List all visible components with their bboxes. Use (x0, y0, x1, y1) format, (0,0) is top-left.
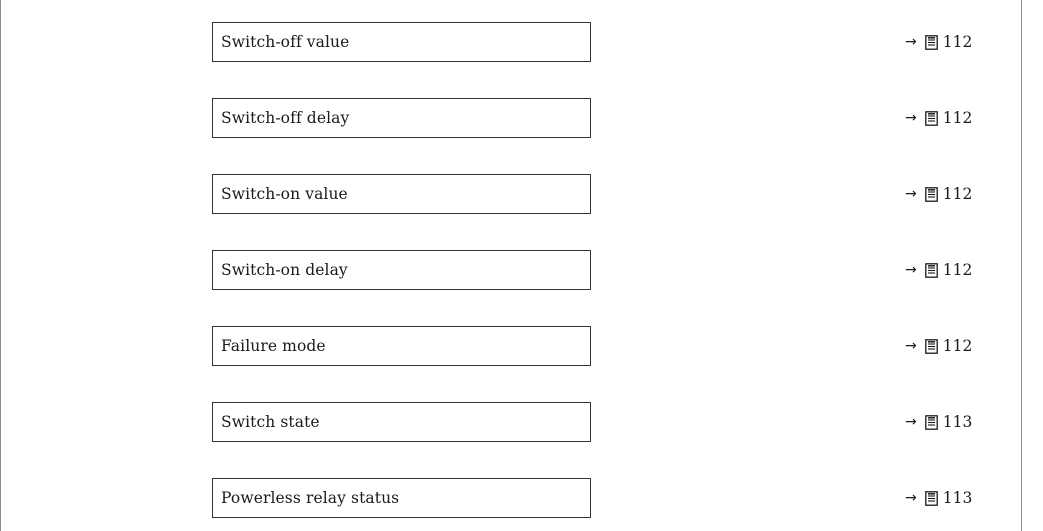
parameter-switch-on-delay[interactable]: Switch-on delay (212, 250, 591, 290)
parameter-row: Failure mode → 112 (0, 326, 1043, 366)
page-reference-icon (924, 414, 938, 430)
arrow-icon: → (905, 110, 917, 126)
page-reference-icon (924, 34, 938, 50)
parameter-row: Switch-off value → 112 (0, 22, 1043, 62)
parameter-label: Powerless relay status (221, 489, 400, 507)
arrow-icon: → (905, 262, 917, 278)
arrow-icon: → (905, 338, 917, 354)
page-number: 112 (942, 185, 973, 203)
parameter-switch-off-delay[interactable]: Switch-off delay (212, 98, 591, 138)
parameter-label: Failure mode (221, 337, 326, 355)
parameter-label: Switch-on value (221, 185, 348, 203)
parameter-switch-on-value[interactable]: Switch-on value (212, 174, 591, 214)
page-number: 113 (942, 489, 973, 507)
parameter-powerless-relay-status[interactable]: Powerless relay status (212, 478, 591, 518)
page-reference-link[interactable]: → 112 (905, 326, 1015, 366)
page-reference-link[interactable]: → 112 (905, 22, 1015, 62)
arrow-icon: → (905, 414, 917, 430)
page-number: 113 (942, 413, 973, 431)
parameter-switch-off-value[interactable]: Switch-off value (212, 22, 591, 62)
parameter-row: Switch-on delay → 112 (0, 250, 1043, 290)
page-reference-icon (924, 338, 938, 354)
parameter-label: Switch state (221, 413, 320, 431)
page-number: 112 (942, 33, 973, 51)
parameter-label: Switch-on delay (221, 261, 348, 279)
parameter-switch-state[interactable]: Switch state (212, 402, 591, 442)
parameter-row: Switch-off delay → 112 (0, 98, 1043, 138)
page-reference-icon (924, 110, 938, 126)
arrow-icon: → (905, 34, 917, 50)
page-reference-link[interactable]: → 112 (905, 174, 1015, 214)
page-number: 112 (942, 337, 973, 355)
arrow-icon: → (905, 490, 917, 506)
parameter-label: Switch-off value (221, 33, 350, 51)
page-reference-icon (924, 262, 938, 278)
page-reference-link[interactable]: → 113 (905, 402, 1015, 442)
parameter-row: Powerless relay status → 113 (0, 478, 1043, 518)
page-reference-icon (924, 490, 938, 506)
page-reference-link[interactable]: → 113 (905, 478, 1015, 518)
arrow-icon: → (905, 186, 917, 202)
page-number: 112 (942, 261, 973, 279)
page-reference-icon (924, 186, 938, 202)
page-reference-link[interactable]: → 112 (905, 250, 1015, 290)
parameter-row: Switch-on value → 112 (0, 174, 1043, 214)
parameter-label: Switch-off delay (221, 109, 350, 127)
page-number: 112 (942, 109, 973, 127)
parameter-failure-mode[interactable]: Failure mode (212, 326, 591, 366)
page-reference-link[interactable]: → 112 (905, 98, 1015, 138)
parameter-row: Switch state → 113 (0, 402, 1043, 442)
